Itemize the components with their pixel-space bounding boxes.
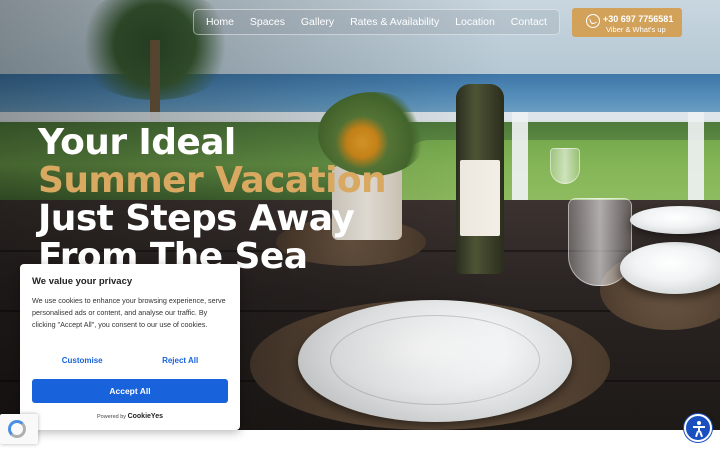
nav-item-location[interactable]: Location xyxy=(455,16,495,28)
nav-item-spaces[interactable]: Spaces xyxy=(250,16,285,28)
nav-item-rates-availability[interactable]: Rates & Availability xyxy=(350,16,439,28)
cookie-consent-banner: We value your privacy We use cookies to … xyxy=(20,264,240,430)
cookie-secondary-actions: Customise Reject All xyxy=(32,356,228,365)
cookie-title: We value your privacy xyxy=(32,276,133,287)
headline-line-3: Just Steps Away xyxy=(38,198,355,239)
phone-subtitle: Viber & What's up xyxy=(606,25,666,34)
nav-item-home[interactable]: Home xyxy=(206,16,234,28)
accept-all-button[interactable]: Accept All xyxy=(32,379,228,403)
customise-button[interactable]: Customise xyxy=(62,356,103,365)
hero-headline: Your Ideal Summer Vacation Just Steps Aw… xyxy=(38,122,387,276)
nav-item-gallery[interactable]: Gallery xyxy=(301,16,334,28)
reject-all-button[interactable]: Reject All xyxy=(162,356,198,365)
recaptcha-icon xyxy=(8,420,26,438)
main-nav: Home Spaces Gallery Rates & Availability… xyxy=(193,9,560,35)
whatsapp-phone-icon xyxy=(586,14,600,28)
cookie-text: We use cookies to enhance your browsing … xyxy=(32,296,226,330)
headline-line-2: Summer Vacation xyxy=(38,160,387,201)
accessibility-button[interactable] xyxy=(684,414,712,442)
cookieyes-logo: CookieYes xyxy=(127,413,163,420)
headline-line-1: Your Ideal xyxy=(38,122,236,163)
recaptcha-badge[interactable] xyxy=(0,414,38,444)
phone-number: +30 697 7756581 xyxy=(603,14,674,24)
nav-item-contact[interactable]: Contact xyxy=(511,16,547,28)
contact-phone-button[interactable]: +30 697 7756581 Viber & What's up xyxy=(572,8,682,37)
powered-by: Powered by CookieYes xyxy=(20,413,240,420)
powered-by-label: Powered by xyxy=(97,414,127,420)
